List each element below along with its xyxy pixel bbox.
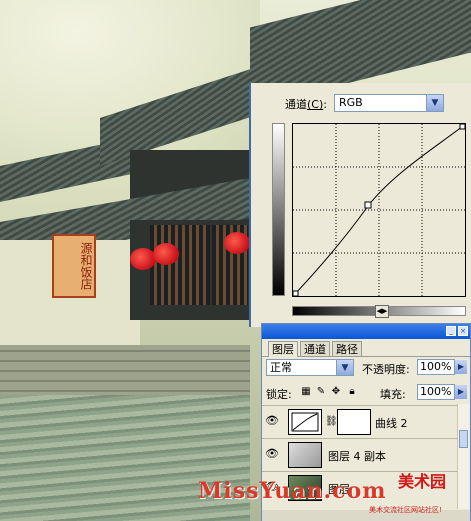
curve-graph[interactable]: [292, 123, 466, 297]
channel-label: 通道(C):: [285, 98, 327, 111]
fill-field[interactable]: 100%: [417, 384, 455, 400]
output-gradient-bar: [272, 123, 285, 296]
fill-label: 填充:: [380, 388, 406, 401]
close-icon[interactable]: ×: [458, 326, 468, 336]
watermark-brand: 美术园: [398, 472, 447, 491]
link-icon[interactable]: ⛓︎: [325, 416, 338, 427]
channel-select[interactable]: RGB ▼: [334, 94, 444, 112]
tab-channels[interactable]: 通道: [300, 341, 330, 356]
layer-name: 图层 4 副本: [328, 450, 386, 463]
red-lantern: [224, 232, 250, 254]
scrollbar-thumb[interactable]: [459, 430, 468, 448]
channel-value: RGB: [339, 96, 363, 109]
stone-base: [0, 345, 250, 400]
red-lantern: [153, 243, 179, 265]
curve-point: [364, 201, 372, 209]
red-lantern: [130, 248, 156, 270]
curves-dialog: 通道(C): RGB ▼ ◀▶: [249, 83, 471, 327]
layer-thumbnail: [288, 442, 322, 468]
shop-banner: 源和饭店: [52, 234, 96, 298]
tab-layers[interactable]: 图层: [268, 341, 298, 357]
lock-move-icon[interactable]: ✥: [330, 386, 342, 398]
curve-point: [459, 123, 466, 130]
chevron-down-icon[interactable]: ▼: [426, 95, 443, 111]
opacity-field[interactable]: 100%: [417, 359, 455, 375]
layers-scrollbar[interactable]: [457, 404, 469, 509]
layer-mask-thumbnail[interactable]: [337, 409, 371, 435]
layer-row[interactable]: 👁︎ ⛓︎ 曲线 2: [262, 405, 458, 438]
panel-tabs: 图层 通道 路径: [262, 339, 470, 357]
blend-mode-select[interactable]: 正常 ▼: [266, 359, 354, 376]
lattice-window: [150, 225, 210, 305]
gradient-toggle-icon[interactable]: ◀▶: [375, 305, 389, 318]
lock-transparency-icon[interactable]: ▦: [300, 386, 312, 398]
lock-all-icon[interactable]: 🔒︎: [346, 386, 358, 398]
eye-icon[interactable]: 👁︎: [265, 448, 279, 460]
tab-paths[interactable]: 路径: [332, 341, 362, 356]
fill-value: 100%: [420, 385, 452, 398]
curve-point: [292, 290, 299, 297]
curves-adjustment-icon: [288, 409, 322, 435]
blend-mode-value: 正常: [270, 361, 292, 374]
minimize-icon[interactable]: _: [446, 326, 456, 336]
fill-arrow-icon[interactable]: ▶: [455, 385, 467, 399]
layer-row[interactable]: 👁︎ 图层 4 副本: [262, 438, 458, 471]
opacity-value: 100%: [420, 360, 452, 373]
curve-svg: [292, 123, 466, 297]
lock-label: 锁定:: [266, 388, 292, 401]
opacity-arrow-icon[interactable]: ▶: [455, 360, 467, 374]
panel-title-bar[interactable]: _ ×: [262, 324, 470, 339]
lock-paint-icon[interactable]: ✎: [315, 386, 327, 398]
input-gradient-bar: ◀▶: [292, 305, 466, 318]
layer-name: 曲线 2: [375, 417, 408, 430]
eye-icon[interactable]: 👁︎: [265, 415, 279, 427]
watermark-slogan: 美术交流社区网站社区!: [369, 506, 442, 514]
watermark-text: MissYuan.com: [198, 478, 387, 504]
opacity-label: 不透明度:: [362, 363, 410, 376]
chevron-down-icon[interactable]: ▼: [336, 360, 353, 375]
